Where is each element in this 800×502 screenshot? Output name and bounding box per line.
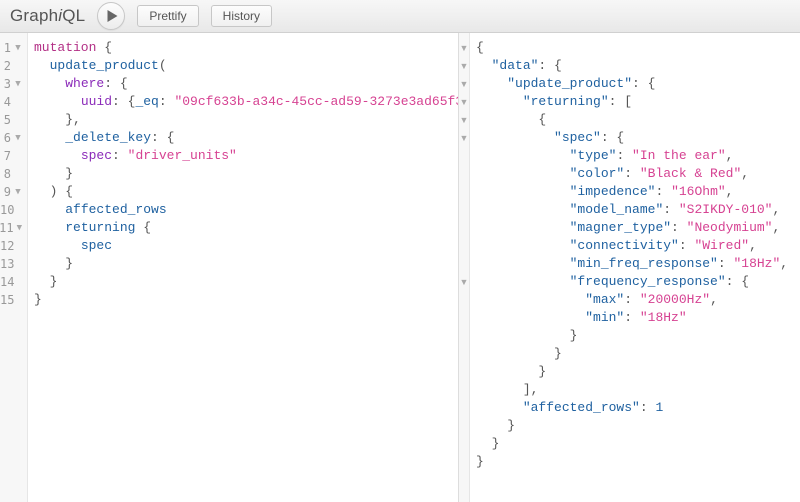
fold-icon xyxy=(459,381,469,399)
fold-icon[interactable]: ▼ xyxy=(459,75,469,93)
fold-icon[interactable]: ▼ xyxy=(17,224,22,233)
fold-icon[interactable]: ▼ xyxy=(459,111,469,129)
fold-icon xyxy=(459,291,469,309)
line-number: 2 xyxy=(0,57,27,75)
result-viewer: { "data": { "update_product": { "returni… xyxy=(470,33,800,502)
line-number: 4 xyxy=(0,93,27,111)
fold-icon xyxy=(459,165,469,183)
toolbar: GraphiQL Prettify History xyxy=(0,0,800,33)
fold-icon[interactable]: ▼ xyxy=(459,57,469,75)
line-number: 5 xyxy=(0,111,27,129)
fold-icon xyxy=(459,363,469,381)
fold-icon xyxy=(459,147,469,165)
line-number: 13 xyxy=(0,255,27,273)
fold-icon[interactable]: ▼ xyxy=(14,134,22,143)
fold-icon xyxy=(459,399,469,417)
prettify-button[interactable]: Prettify xyxy=(137,5,198,27)
fold-icon xyxy=(459,219,469,237)
fold-icon xyxy=(459,327,469,345)
fold-icon[interactable]: ▼ xyxy=(14,44,22,53)
execute-button[interactable] xyxy=(97,2,125,30)
history-button[interactable]: History xyxy=(211,5,272,27)
query-editor-pane: 1▼23▼456▼789▼1011▼12131415 mutation { up… xyxy=(0,33,459,502)
line-number: 10 xyxy=(0,201,27,219)
result-fold-gutter: ▼▼▼▼▼▼▼ xyxy=(459,33,470,502)
fold-icon[interactable]: ▼ xyxy=(459,273,469,291)
fold-icon xyxy=(459,417,469,435)
line-number: 14 xyxy=(0,273,27,291)
fold-icon xyxy=(459,345,469,363)
result-pane: ▼▼▼▼▼▼▼ { "data": { "update_product": { … xyxy=(459,33,800,502)
line-number: 7 xyxy=(0,147,27,165)
logo: GraphiQL xyxy=(10,6,85,26)
query-line-gutter: 1▼23▼456▼789▼1011▼12131415 xyxy=(0,33,28,502)
logo-pre: Graph xyxy=(10,6,58,25)
fold-icon[interactable]: ▼ xyxy=(14,80,22,89)
fold-icon xyxy=(459,201,469,219)
line-number: 8 xyxy=(0,165,27,183)
line-number: 11▼ xyxy=(0,219,27,237)
query-editor[interactable]: mutation { update_product( where: { uuid… xyxy=(28,33,458,502)
line-number: 1▼ xyxy=(0,39,27,57)
fold-icon[interactable]: ▼ xyxy=(459,93,469,111)
line-number: 3▼ xyxy=(0,75,27,93)
fold-icon[interactable]: ▼ xyxy=(459,39,469,57)
line-number: 15 xyxy=(0,291,27,309)
line-number: 9▼ xyxy=(0,183,27,201)
fold-icon xyxy=(459,255,469,273)
workspace: 1▼23▼456▼789▼1011▼12131415 mutation { up… xyxy=(0,33,800,502)
line-number: 12 xyxy=(0,237,27,255)
fold-icon xyxy=(459,309,469,327)
fold-icon[interactable]: ▼ xyxy=(14,188,22,197)
line-number: 6▼ xyxy=(0,129,27,147)
fold-icon xyxy=(459,237,469,255)
logo-post: QL xyxy=(62,6,85,25)
fold-icon xyxy=(459,453,469,471)
play-icon xyxy=(107,10,118,22)
fold-icon xyxy=(459,183,469,201)
fold-icon[interactable]: ▼ xyxy=(459,129,469,147)
fold-icon xyxy=(459,435,469,453)
